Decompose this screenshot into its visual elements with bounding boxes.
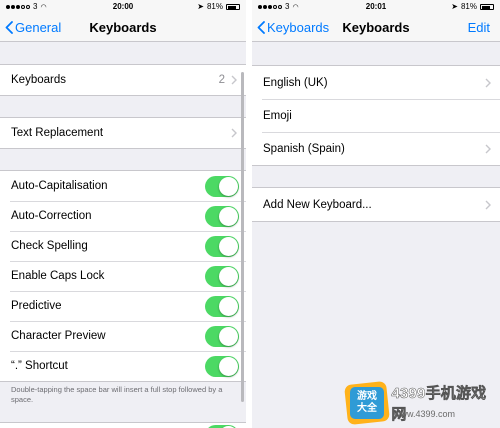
battery-icon bbox=[480, 3, 494, 10]
keyboard-item-emoji[interactable]: Emoji bbox=[252, 99, 500, 132]
navigation-bar: General Keyboards bbox=[0, 14, 246, 42]
chevron-right-icon bbox=[231, 75, 237, 85]
toggle-label: Auto-Correction bbox=[11, 210, 92, 222]
toggle-row-check-spelling: Check Spelling bbox=[0, 231, 246, 261]
battery-percent: 81% bbox=[460, 2, 477, 11]
add-keyboard-group: Add New Keyboard... bbox=[252, 187, 500, 222]
toggle-row-auto-correction: Auto-Correction bbox=[0, 201, 246, 231]
chevron-right-icon bbox=[485, 144, 491, 153]
back-button-label: Keyboards bbox=[267, 20, 330, 35]
keyboard-item-english-uk[interactable]: English (UK) bbox=[252, 66, 500, 99]
right-phone-screen: 3 ◠ 20:01 ➤ 81% Keyboards Keyboards Edit… bbox=[252, 0, 500, 428]
keyboards-group: Keyboards 2 bbox=[0, 64, 246, 96]
check-spelling-switch[interactable] bbox=[205, 235, 239, 257]
text-replacement-group: Text Replacement bbox=[0, 117, 246, 149]
toggle-row-shortcut: “.” Shortcut bbox=[0, 351, 246, 381]
edit-button[interactable]: Edit bbox=[468, 20, 490, 35]
watermark-logo-line1: 游戏 bbox=[357, 391, 377, 402]
add-new-keyboard-row[interactable]: Add New Keyboard... bbox=[252, 188, 500, 221]
chevron-right-icon bbox=[231, 128, 237, 138]
chevron-right-icon bbox=[485, 78, 491, 87]
keyboards-row[interactable]: Keyboards 2 bbox=[0, 65, 246, 95]
keyboard-item-label: Emoji bbox=[263, 109, 292, 122]
battery-icon bbox=[226, 3, 240, 10]
toggle-label: “.” Shortcut bbox=[11, 360, 68, 372]
toggle-row-enable-caps-lock: Enable Caps Lock bbox=[0, 261, 246, 291]
keyboard-item-label: English (UK) bbox=[263, 76, 328, 89]
auto-capitalisation-switch[interactable] bbox=[205, 175, 239, 197]
scroll-indicator[interactable] bbox=[241, 72, 244, 402]
status-bar: 3 ◠ 20:01 ➤ 81% bbox=[252, 0, 500, 14]
back-button[interactable]: General bbox=[5, 20, 61, 35]
shortcut-footer-note: Double-tapping the space bar will insert… bbox=[11, 385, 223, 404]
switch-knob bbox=[219, 296, 238, 316]
toggle-row-auto-capitalisation: Auto-Capitalisation bbox=[0, 171, 246, 201]
add-new-keyboard-label: Add New Keyboard... bbox=[263, 198, 372, 211]
watermark-logo-line2: 大全 bbox=[357, 403, 377, 414]
keyboard-item-spanish-spain[interactable]: Spanish (Spain) bbox=[252, 132, 500, 165]
toggle-label: Check Spelling bbox=[11, 240, 88, 252]
next-group-partial bbox=[0, 422, 246, 428]
location-icon: ➤ bbox=[197, 2, 204, 11]
battery-fill bbox=[228, 5, 237, 9]
predictive-switch[interactable] bbox=[205, 295, 239, 317]
switch-knob bbox=[219, 176, 238, 196]
back-button[interactable]: Keyboards bbox=[257, 20, 329, 35]
switch-knob bbox=[219, 356, 238, 376]
toggle-label: Character Preview bbox=[11, 330, 106, 342]
character-preview-switch[interactable] bbox=[205, 325, 239, 347]
chevron-left-icon bbox=[257, 21, 265, 34]
location-icon: ➤ bbox=[451, 2, 458, 11]
keyboards-row-label: Keyboards bbox=[11, 74, 66, 86]
keyboard-item-label: Spanish (Spain) bbox=[263, 142, 345, 155]
chevron-right-icon bbox=[485, 200, 491, 209]
toggle-label: Enable Caps Lock bbox=[11, 270, 105, 282]
switch-knob bbox=[219, 326, 238, 346]
toggle-label: Predictive bbox=[11, 300, 62, 312]
switch-knob bbox=[219, 266, 238, 286]
watermark-url: www.4399.com bbox=[394, 409, 456, 419]
watermark-logo: 游戏 大全 bbox=[344, 380, 390, 426]
keyboards-count: 2 bbox=[218, 74, 225, 86]
chevron-left-icon bbox=[5, 21, 13, 34]
shortcut-switch[interactable] bbox=[205, 355, 239, 377]
toggle-row-predictive: Predictive bbox=[0, 291, 246, 321]
text-replacement-label: Text Replacement bbox=[11, 127, 104, 139]
toggle-settings-group: Auto-Capitalisation Auto-Correction Chec… bbox=[0, 170, 246, 382]
battery-fill bbox=[482, 5, 491, 9]
status-bar: 3 ◠ 20:00 ➤ 81% bbox=[0, 0, 246, 14]
toggle-row-character-preview: Character Preview bbox=[0, 321, 246, 351]
back-button-label: General bbox=[15, 20, 62, 35]
battery-percent: 81% bbox=[206, 2, 223, 11]
keyboard-list: English (UK) Emoji Spanish (Spain) bbox=[252, 65, 500, 166]
navigation-bar: Keyboards Keyboards Edit bbox=[252, 14, 500, 42]
switch-knob bbox=[219, 236, 238, 256]
enable-caps-lock-switch[interactable] bbox=[205, 265, 239, 287]
switch-knob bbox=[219, 206, 238, 226]
toggle-label: Auto-Capitalisation bbox=[11, 180, 108, 192]
left-phone-screen: 3 ◠ 20:00 ➤ 81% General Keyboards Keyboa… bbox=[0, 0, 246, 428]
text-replacement-row[interactable]: Text Replacement bbox=[0, 118, 246, 148]
auto-correction-switch[interactable] bbox=[205, 205, 239, 227]
